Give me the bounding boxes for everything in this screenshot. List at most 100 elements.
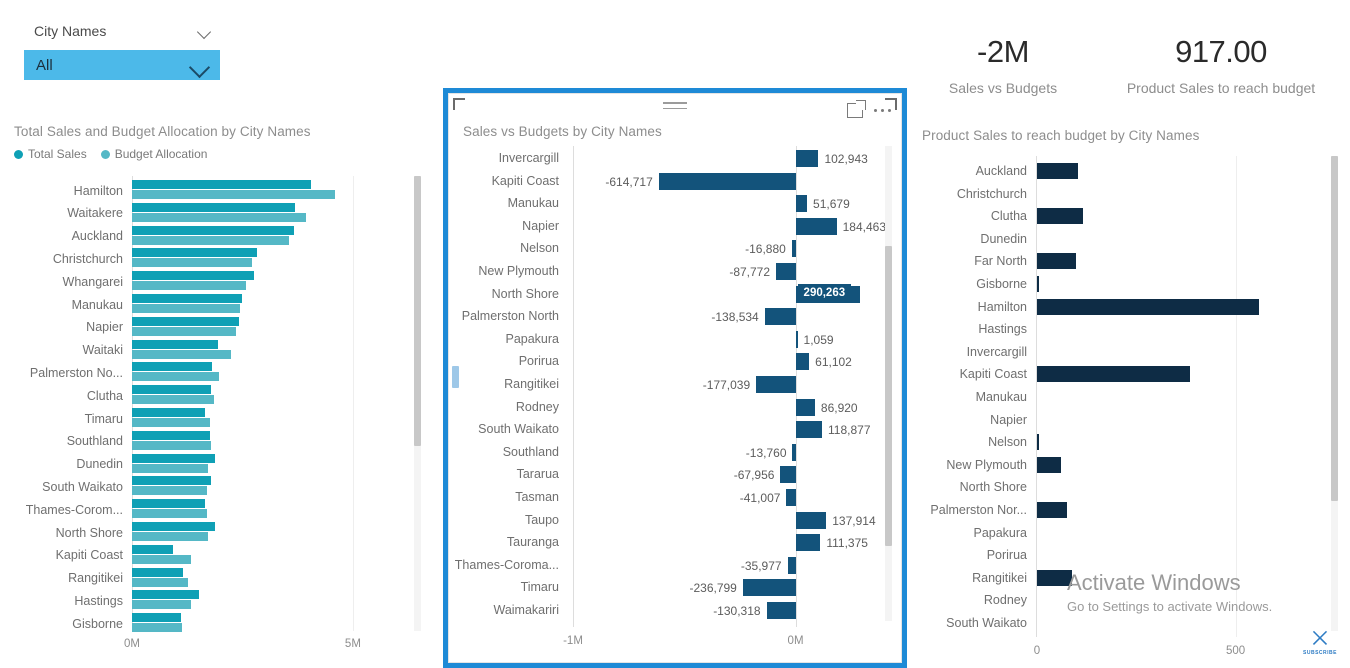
center-left-resize-handle[interactable]	[452, 366, 459, 388]
kpi-sales-vs-budgets[interactable]: -2M Sales vs Budgets	[922, 34, 1084, 96]
right-chart-row[interactable]: Dunedin	[922, 228, 1342, 251]
right-chart-row[interactable]: Gisborne	[922, 273, 1342, 296]
left-bar-budget-allocation[interactable]	[132, 418, 211, 427]
left-bar-total-sales[interactable]	[132, 430, 211, 440]
right-chart-row[interactable]: Christchurch	[922, 183, 1342, 206]
center-chart-row[interactable]: Rangitikei -177,039	[449, 374, 901, 396]
center-chart-row[interactable]: Invercargill 102,943	[449, 148, 901, 170]
chevron-down-icon[interactable]	[192, 60, 210, 71]
left-bar-budget-allocation[interactable]	[132, 509, 208, 519]
left-chart-row[interactable]: Napier	[14, 316, 424, 338]
left-chart-row[interactable]: Gisborne	[14, 613, 424, 634]
right-chart-row[interactable]: Napier	[922, 409, 1342, 432]
center-bar[interactable]	[756, 376, 796, 393]
center-chart-row[interactable]: Nelson -16,880	[449, 238, 901, 260]
left-bar-budget-allocation[interactable]	[132, 235, 289, 245]
subscribe-badge[interactable]: ⨉ SUBSCRIBE	[1297, 630, 1343, 656]
center-chart-row[interactable]: Kapiti Coast -614,717	[449, 171, 901, 193]
right-bar[interactable]	[1037, 366, 1190, 383]
right-bar[interactable]	[1037, 298, 1260, 315]
left-bar-total-sales[interactable]	[132, 499, 206, 509]
center-bar[interactable]	[795, 150, 819, 167]
center-bar[interactable]	[787, 556, 796, 574]
left-bar-total-sales[interactable]	[132, 408, 205, 417]
center-chart-row[interactable]: Papakura 1,059	[449, 329, 901, 351]
left-bar-budget-allocation[interactable]	[132, 395, 214, 405]
center-chart-row[interactable]: Napier 184,463	[449, 216, 901, 238]
left-bar-budget-allocation[interactable]	[132, 212, 307, 222]
center-bar[interactable]	[795, 195, 808, 213]
right-chart-row[interactable]: Clutha	[922, 205, 1342, 228]
center-bar[interactable]	[780, 466, 796, 484]
right-bar[interactable]	[1037, 434, 1039, 451]
chevron-down-icon[interactable]	[199, 27, 212, 35]
left-bar-total-sales[interactable]	[132, 339, 218, 349]
center-bar[interactable]	[795, 511, 827, 529]
center-bar[interactable]	[791, 240, 796, 258]
left-scrollbar-thumb[interactable]	[414, 176, 421, 446]
left-bar-total-sales[interactable]	[132, 180, 311, 189]
slicer-dropdown[interactable]: All	[24, 50, 220, 80]
left-bar-total-sales[interactable]	[132, 362, 213, 372]
left-chart-row[interactable]: Auckland	[14, 225, 424, 247]
city-names-slicer[interactable]: City Names All	[24, 20, 220, 80]
center-chart-row[interactable]: Tasman -41,007	[449, 487, 901, 509]
right-chart-row[interactable]: Hamilton	[922, 296, 1342, 319]
left-bar-total-sales[interactable]	[132, 476, 212, 486]
center-bar[interactable]	[795, 421, 822, 439]
center-chart-row[interactable]: New Plymouth -87,772	[449, 261, 901, 283]
left-bar-budget-allocation[interactable]	[132, 532, 209, 541]
kpi-product-sales-to-reach-budget[interactable]: 917.00 Product Sales to reach budget	[1092, 34, 1350, 96]
right-chart-row[interactable]: South Waikato	[922, 612, 1342, 635]
right-chart-row[interactable]: North Shore	[922, 476, 1342, 499]
focus-mode-icon[interactable]	[846, 100, 866, 118]
left-bar-total-sales[interactable]	[132, 385, 212, 395]
center-chart-row[interactable]: Thames-Coroma... -35,977	[449, 555, 901, 577]
right-bar[interactable]	[1037, 253, 1076, 270]
center-chart-row[interactable]: Porirua 61,102	[449, 351, 901, 373]
legend-item-budget-allocation[interactable]: Budget Allocation	[100, 147, 207, 161]
left-bar-budget-allocation[interactable]	[132, 326, 237, 336]
right-scrollbar-thumb[interactable]	[1331, 156, 1338, 501]
right-chart-row[interactable]: New Plymouth	[922, 454, 1342, 477]
left-chart-row[interactable]: Christchurch	[14, 248, 424, 269]
right-bar[interactable]	[1037, 502, 1068, 518]
center-scrollbar-thumb[interactable]	[885, 246, 892, 546]
left-chart-row[interactable]: Whangarei	[14, 271, 424, 292]
right-bar[interactable]	[1037, 208, 1084, 225]
right-chart-row[interactable]: Porirua	[922, 544, 1342, 567]
center-bar[interactable]	[792, 443, 796, 461]
right-chart-row[interactable]: Kapiti Coast	[922, 363, 1342, 386]
right-chart-row[interactable]: Papakura	[922, 522, 1342, 545]
left-bar-total-sales[interactable]	[132, 590, 199, 600]
left-bar-budget-allocation[interactable]	[132, 372, 220, 382]
left-chart-row[interactable]: Waitaki	[14, 339, 424, 361]
center-bar[interactable]	[795, 534, 821, 552]
left-chart-row[interactable]: Waitakere	[14, 202, 424, 224]
left-bar-budget-allocation[interactable]	[132, 349, 231, 359]
center-bar[interactable]	[776, 263, 796, 280]
left-bar-budget-allocation[interactable]	[132, 304, 241, 313]
center-bar[interactable]	[795, 217, 837, 235]
center-chart-row[interactable]: Taupo 137,914	[449, 510, 901, 532]
drag-handle-icon[interactable]	[663, 102, 687, 113]
left-chart-row[interactable]: Manukau	[14, 294, 424, 315]
center-bar[interactable]	[786, 489, 796, 506]
center-chart-row[interactable]: Tauranga 111,375	[449, 532, 901, 554]
left-bar-budget-allocation[interactable]	[132, 554, 191, 564]
left-bar-budget-allocation[interactable]	[132, 486, 207, 496]
left-bar-total-sales[interactable]	[132, 225, 295, 235]
left-chart-row[interactable]: Clutha	[14, 385, 424, 406]
left-bar-budget-allocation[interactable]	[132, 463, 208, 473]
center-chart-row[interactable]: North Shore 290,263	[449, 283, 901, 306]
left-chart-row[interactable]: Dunedin	[14, 453, 424, 475]
sales-vs-budgets-visual[interactable]: Sales vs Budgets by City Names Invercarg…	[443, 88, 907, 668]
left-chart-row[interactable]: Southland	[14, 430, 424, 452]
legend-item-total-sales[interactable]: Total Sales	[14, 147, 87, 161]
right-bar[interactable]	[1037, 163, 1078, 179]
left-bar-budget-allocation[interactable]	[132, 190, 336, 199]
left-chart-row[interactable]: Kapiti Coast	[14, 544, 424, 566]
left-bar-budget-allocation[interactable]	[132, 281, 246, 291]
left-bar-budget-allocation[interactable]	[132, 600, 192, 610]
center-bar[interactable]	[658, 172, 796, 190]
